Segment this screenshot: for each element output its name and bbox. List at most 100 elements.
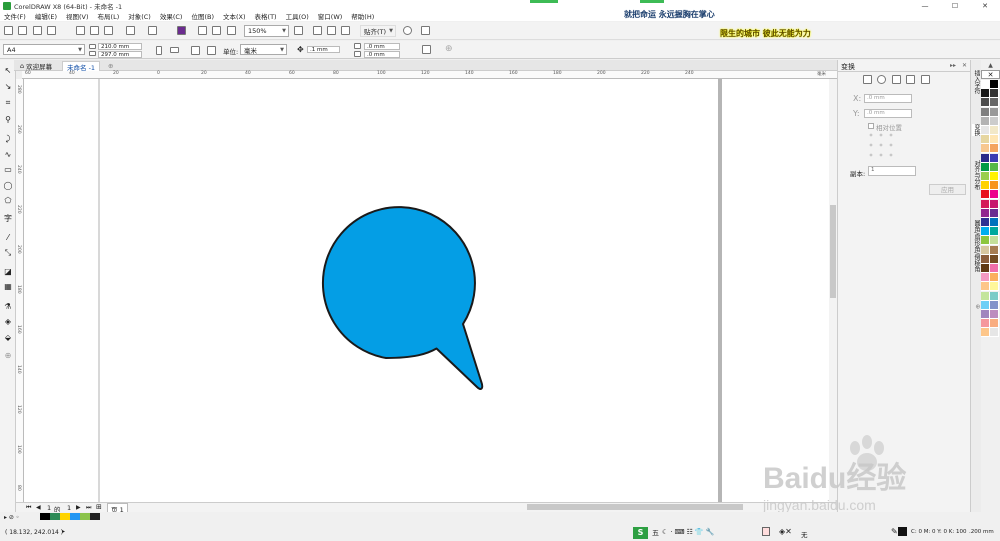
docker-tab-fillet-scallop[interactable]: 圆角/扇形角/倒棱角 bbox=[972, 220, 981, 272]
close-button[interactable]: ✕ bbox=[970, 0, 1000, 11]
outline-none-icon[interactable]: ◈✕ bbox=[779, 527, 792, 536]
palette-swatch[interactable] bbox=[981, 236, 990, 246]
palette-swatch[interactable] bbox=[990, 300, 999, 310]
docker-add-icon[interactable]: ⊕ bbox=[972, 304, 981, 309]
palette-nav-icons[interactable]: ▸ ⊘ ◦ bbox=[4, 514, 19, 521]
ellipse-tool-icon[interactable]: ◯ bbox=[3, 180, 13, 190]
scale-mirror-icon[interactable] bbox=[892, 75, 901, 84]
anchor-grid[interactable] bbox=[868, 132, 898, 160]
tab-welcome-screen[interactable]: ⌂ 欢迎屏幕 bbox=[16, 61, 56, 71]
connector-tool-icon[interactable]: ⤡ bbox=[3, 248, 13, 258]
document-color-swatch[interactable] bbox=[90, 513, 100, 520]
palette-swatch[interactable] bbox=[990, 254, 999, 264]
new-tab-icon[interactable]: ⊕ bbox=[104, 61, 117, 71]
palette-swatch[interactable] bbox=[990, 144, 999, 154]
palette-swatch[interactable] bbox=[990, 181, 999, 191]
menu-item-6[interactable]: 位图(B) bbox=[191, 11, 214, 21]
palette-swatch[interactable] bbox=[981, 126, 990, 135]
palette-swatch[interactable] bbox=[990, 236, 999, 246]
page-width-field[interactable]: 210.0 mm bbox=[98, 43, 142, 50]
palette-swatch[interactable] bbox=[981, 254, 990, 264]
add-page-frame-icon[interactable]: ⊕ bbox=[445, 44, 453, 54]
palette-swatch[interactable] bbox=[981, 199, 990, 209]
palette-swatch[interactable] bbox=[981, 144, 990, 154]
polygon-tool-icon[interactable]: ⬠ bbox=[3, 195, 13, 205]
x-position-field[interactable]: .0 mm bbox=[864, 94, 912, 103]
palette-swatch[interactable] bbox=[981, 116, 990, 126]
all-pages-icon[interactable] bbox=[191, 46, 200, 55]
apply-button[interactable]: 应用 bbox=[929, 184, 966, 195]
document-color-swatch[interactable] bbox=[40, 513, 50, 520]
palette-swatch[interactable] bbox=[990, 89, 999, 99]
artistic-media-icon[interactable]: ∿ bbox=[3, 149, 13, 159]
menu-item-4[interactable]: 对象(C) bbox=[128, 11, 151, 21]
palette-swatch[interactable] bbox=[990, 328, 999, 338]
menu-item-0[interactable]: 文件(F) bbox=[4, 11, 26, 21]
prev-page-icon[interactable]: ◀ bbox=[36, 504, 41, 511]
palette-swatch[interactable] bbox=[990, 107, 999, 117]
menu-item-11[interactable]: 帮助(H) bbox=[351, 11, 374, 21]
grid-icon[interactable] bbox=[327, 26, 336, 35]
palette-swatch[interactable] bbox=[981, 227, 990, 237]
palette-swatch[interactable] bbox=[990, 291, 999, 301]
palette-swatch[interactable] bbox=[990, 273, 999, 283]
menu-item-1[interactable]: 编辑(E) bbox=[35, 11, 57, 21]
document-color-swatch[interactable] bbox=[70, 513, 80, 520]
units-select[interactable]: 毫米 ▼ bbox=[240, 44, 287, 55]
palette-swatch[interactable] bbox=[990, 208, 999, 218]
position-icon[interactable] bbox=[863, 75, 872, 84]
menu-item-10[interactable]: 窗口(W) bbox=[318, 11, 343, 21]
drawing-canvas[interactable] bbox=[24, 79, 829, 502]
palette-swatch[interactable] bbox=[990, 218, 999, 227]
menu-item-8[interactable]: 表格(T) bbox=[255, 11, 277, 21]
publish-pdf-icon[interactable] bbox=[227, 26, 236, 35]
palette-swatch[interactable] bbox=[981, 245, 990, 255]
y-position-field[interactable]: .0 mm bbox=[864, 109, 912, 118]
paste-icon[interactable] bbox=[104, 26, 113, 35]
menu-item-7[interactable]: 文本(X) bbox=[223, 11, 246, 21]
next-page-icon[interactable]: ▶ bbox=[76, 504, 81, 511]
bleed-icon[interactable] bbox=[422, 45, 431, 54]
document-color-swatch[interactable] bbox=[80, 513, 90, 520]
zoom-level-select[interactable]: 150% ▼ bbox=[244, 25, 289, 37]
horizontal-ruler[interactable]: 60 40 20 0 20 40 60 80 100 120 140 160 180 200 220 240 毫… bbox=[22, 71, 837, 79]
add-page-icon[interactable]: ⊞ bbox=[96, 503, 102, 511]
ime-toolbar-icons[interactable]: ☾·⌨☷👕🔧 bbox=[662, 528, 716, 536]
menu-item-5[interactable]: 效果(C) bbox=[160, 11, 183, 21]
palette-swatch[interactable] bbox=[981, 172, 990, 181]
palette-swatch[interactable] bbox=[990, 282, 999, 292]
document-color-swatch[interactable] bbox=[50, 513, 60, 520]
docker-tab-transform[interactable]: 变换 bbox=[972, 124, 981, 136]
add-tool-icon[interactable]: ⊕ bbox=[3, 350, 13, 360]
maximize-button[interactable]: ☐ bbox=[940, 0, 970, 11]
drop-shadow-icon[interactable]: ◪ bbox=[3, 266, 13, 276]
vertical-scroll-thumb[interactable] bbox=[830, 205, 836, 298]
relative-position-checkbox[interactable] bbox=[868, 123, 874, 129]
palette-swatch[interactable] bbox=[981, 218, 990, 227]
palette-swatch[interactable] bbox=[990, 126, 999, 135]
transparency-icon[interactable]: ▦ bbox=[3, 281, 13, 291]
export-icon[interactable] bbox=[212, 26, 221, 35]
palette-swatch[interactable] bbox=[990, 162, 999, 172]
crop-tool-icon[interactable]: ⌗ bbox=[3, 98, 13, 108]
current-page-icon[interactable] bbox=[207, 46, 216, 55]
palette-swatch[interactable] bbox=[981, 310, 990, 319]
palette-swatch[interactable] bbox=[990, 264, 999, 273]
corel-connect-icon[interactable] bbox=[177, 26, 186, 35]
document-palette[interactable] bbox=[40, 513, 100, 520]
palette-swatch[interactable] bbox=[990, 227, 999, 237]
palette-swatch[interactable] bbox=[981, 162, 990, 172]
pick-tool-icon[interactable]: ↖ bbox=[3, 65, 13, 75]
palette-swatch[interactable] bbox=[981, 282, 990, 292]
palette-swatch[interactable] bbox=[990, 199, 999, 209]
duplicate-distance-x-field[interactable]: .0 mm bbox=[364, 43, 400, 50]
fill-indicator-icon[interactable] bbox=[762, 527, 770, 536]
vertical-ruler[interactable]: 280 260 240 220 200 180 160 140 120 100 80 bbox=[16, 79, 24, 502]
menu-item-3[interactable]: 布局(L) bbox=[98, 11, 120, 21]
interactive-fill-icon[interactable]: ◈ bbox=[3, 316, 13, 326]
options-gear-icon[interactable] bbox=[403, 26, 412, 35]
palette-swatch[interactable] bbox=[981, 80, 990, 89]
palette-swatch[interactable] bbox=[990, 116, 999, 126]
duplicate-distance-y-field[interactable]: .0 mm bbox=[364, 51, 400, 58]
cut-icon[interactable] bbox=[76, 26, 85, 35]
